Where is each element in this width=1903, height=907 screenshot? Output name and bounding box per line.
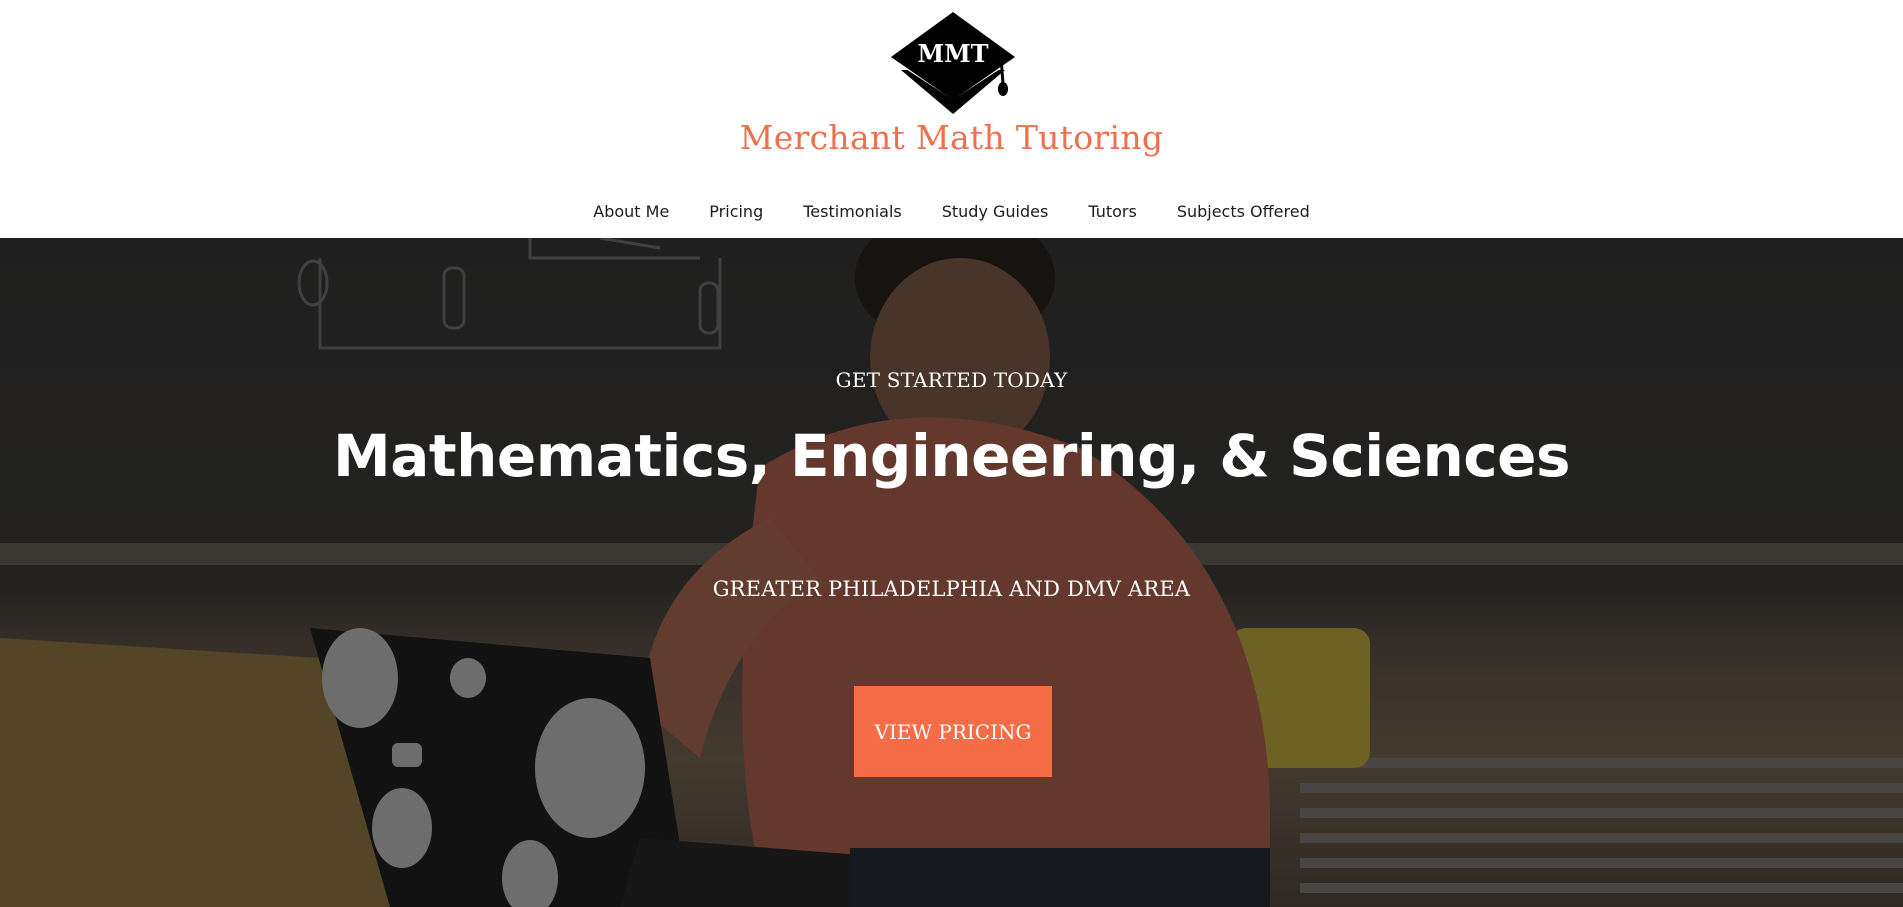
hero-subtitle: GREATER PHILADELPHIA AND DMV AREA <box>712 577 1191 601</box>
hero-eyebrow: GET STARTED TODAY <box>835 368 1068 392</box>
nav-item-pricing[interactable]: Pricing <box>709 197 763 227</box>
logo[interactable]: MMT <box>891 12 1015 116</box>
nav-item-tutors[interactable]: Tutors <box>1088 197 1136 227</box>
nav-item-subjects-offered[interactable]: Subjects Offered <box>1177 197 1310 227</box>
logo-text: MMT <box>918 39 989 68</box>
main-nav: About Me Pricing Testimonials Study Guid… <box>0 197 1903 227</box>
hero-section: GET STARTED TODAY Mathematics, Engineeri… <box>0 238 1903 907</box>
nav-item-about-me[interactable]: About Me <box>593 197 669 227</box>
view-pricing-button[interactable]: VIEW PRICING <box>854 686 1052 777</box>
hero-title: Mathematics, Engineering, & Sciences <box>333 422 1571 490</box>
graduation-cap-icon: MMT <box>891 12 1015 114</box>
site-title[interactable]: Merchant Math Tutoring <box>0 116 1903 160</box>
hero-overlay <box>0 238 1903 907</box>
nav-item-study-guides[interactable]: Study Guides <box>942 197 1049 227</box>
nav-item-testimonials[interactable]: Testimonials <box>803 197 902 227</box>
site-header: MMT Merchant Math Tutoring About Me Pric… <box>0 0 1903 238</box>
